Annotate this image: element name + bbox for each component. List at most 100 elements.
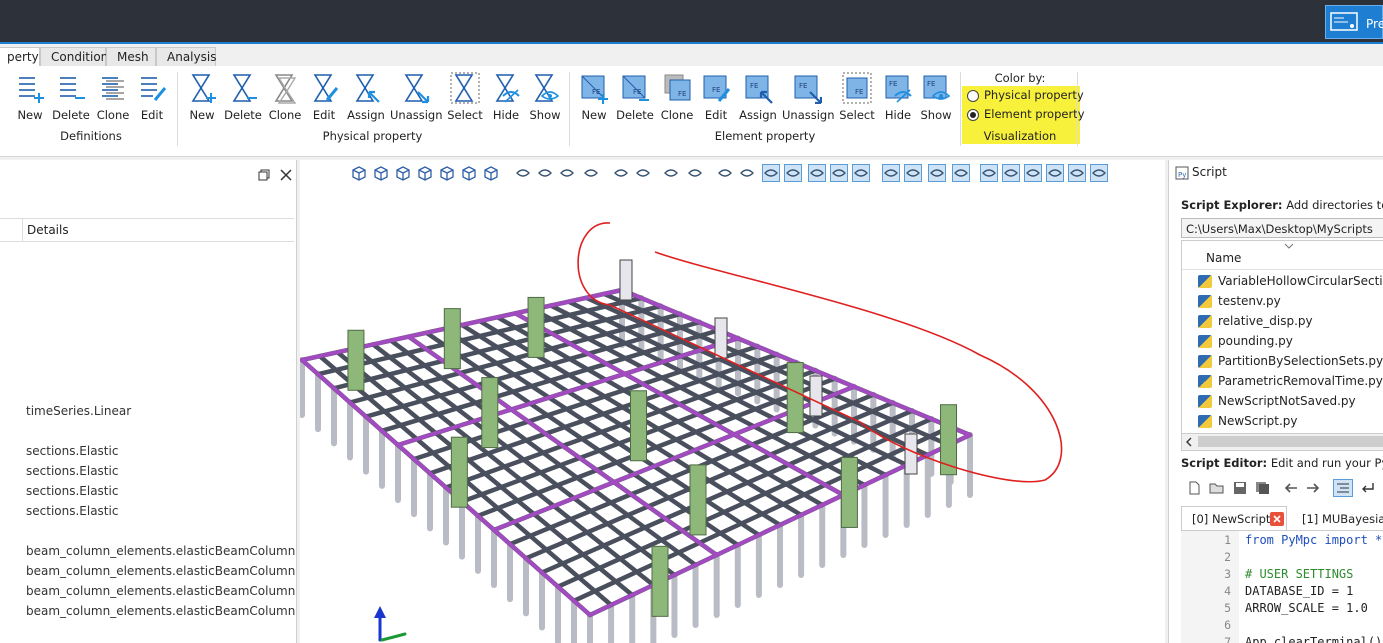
- physical-select-button[interactable]: Select: [444, 72, 486, 122]
- grid-icon[interactable]: [762, 164, 780, 182]
- chevron-left-icon[interactable]: [1185, 437, 1193, 447]
- definition-new-button[interactable]: New: [9, 72, 51, 122]
- surface-icon[interactable]: [952, 164, 970, 182]
- layer-6-icon[interactable]: [1090, 164, 1108, 182]
- zoom-icon[interactable]: [686, 164, 704, 182]
- list-item[interactable]: sections.Elastic: [26, 444, 118, 458]
- code-editor[interactable]: 1 from PyMpc import * 2 3 # USER SETTING…: [1181, 531, 1383, 643]
- element-unassign-button[interactable]: FE Unassign: [782, 72, 835, 122]
- top-view-icon[interactable]: [460, 164, 478, 182]
- element-edit-button[interactable]: FE Edit: [695, 72, 737, 122]
- list-item[interactable]: beam_column_elements.elasticBeamColumn: [26, 584, 295, 598]
- ribbon-tabs: perty Condition Mesh Analysis: [0, 44, 1383, 67]
- hourglass-select-icon: [450, 72, 480, 104]
- tab-condition[interactable]: Condition: [40, 47, 108, 66]
- element-icon[interactable]: [904, 164, 922, 182]
- list-item[interactable]: ParametricRemovalTime.py: [1198, 374, 1383, 388]
- iso-view-icon[interactable]: [350, 164, 368, 182]
- list-item[interactable]: sections.Elastic: [26, 504, 118, 518]
- 3d-viewport[interactable]: [300, 160, 1165, 643]
- element-hide-button[interactable]: FE Hide: [877, 72, 919, 122]
- mesh-icon[interactable]: [784, 164, 802, 182]
- redo-arrow-icon[interactable]: [1305, 481, 1321, 495]
- definition-edit-button[interactable]: Edit: [131, 72, 173, 122]
- left-view-icon[interactable]: [416, 164, 434, 182]
- edge-icon[interactable]: [928, 164, 946, 182]
- undo-arrow-icon[interactable]: [1283, 481, 1299, 495]
- eye-hide-icon[interactable]: [558, 164, 576, 182]
- show-all-icon[interactable]: [514, 164, 532, 182]
- physical-show-button[interactable]: Show: [524, 72, 566, 122]
- list-item[interactable]: pounding.py: [1198, 334, 1293, 348]
- list-item[interactable]: relative_disp.py: [1198, 314, 1313, 328]
- layer-icon[interactable]: [980, 164, 998, 182]
- layer-5-icon[interactable]: [1068, 164, 1086, 182]
- list-item[interactable]: beam_column_elements.elasticBeamColumn: [26, 564, 295, 578]
- perspective-icon[interactable]: [612, 164, 630, 182]
- horizontal-scrollbar[interactable]: [1181, 433, 1383, 451]
- tab-mesh[interactable]: Mesh: [106, 47, 156, 66]
- front-view-icon[interactable]: [372, 164, 390, 182]
- definition-delete-button[interactable]: Delete: [50, 72, 92, 122]
- list-item[interactable]: NewScript.py: [1198, 414, 1298, 428]
- eye-icon[interactable]: [536, 164, 554, 182]
- directory-path-field[interactable]: C:\Users\Max\Desktop\MyScripts: [1181, 218, 1383, 238]
- layer-3-icon[interactable]: [1024, 164, 1042, 182]
- save-all-icon[interactable]: [1255, 481, 1271, 495]
- list-item[interactable]: beam_column_elements.elasticBeamColumn: [26, 544, 295, 558]
- parallel-icon[interactable]: [634, 164, 652, 182]
- physical-new-button[interactable]: New: [181, 72, 223, 122]
- layer-4-icon[interactable]: [1046, 164, 1064, 182]
- tab-mubayesian[interactable]: [1] MUBayesianM: [1302, 512, 1383, 526]
- element-assign-button[interactable]: FE Assign: [737, 72, 779, 122]
- element-show-button[interactable]: FE Show: [915, 72, 957, 122]
- save-icon[interactable]: [1233, 481, 1247, 495]
- list-clone-icon: [102, 77, 124, 100]
- list-item[interactable]: beam_column_elements.elasticBeamColumn: [26, 604, 295, 618]
- axes-icon[interactable]: [808, 164, 826, 182]
- selection-box-icon[interactable]: [852, 164, 870, 182]
- list-item[interactable]: sections.Elastic: [26, 484, 118, 498]
- list-item[interactable]: timeSeries.Linear: [26, 404, 131, 418]
- fe-edit-icon: FE: [703, 75, 731, 102]
- pre-processor-button[interactable]: Pre: [1325, 5, 1383, 39]
- list-item[interactable]: NewScriptNotSaved.py: [1198, 394, 1356, 408]
- paint-icon[interactable]: [738, 164, 756, 182]
- definition-clone-button[interactable]: Clone: [92, 72, 134, 122]
- element-new-button[interactable]: FE New: [573, 72, 615, 122]
- element-group-label: Element property: [714, 129, 816, 143]
- node-icon[interactable]: [882, 164, 900, 182]
- list-item[interactable]: testenv.py: [1198, 294, 1281, 308]
- zoom-fit-icon[interactable]: [662, 164, 680, 182]
- close-tab-icon[interactable]: [1270, 512, 1284, 526]
- selection-icon[interactable]: [830, 164, 848, 182]
- tab-analysis[interactable]: Analysis: [156, 47, 216, 66]
- right-view-icon[interactable]: [438, 164, 456, 182]
- restore-icon[interactable]: [258, 169, 270, 181]
- new-file-icon[interactable]: [1187, 481, 1201, 495]
- list-item[interactable]: VariableHollowCircularSectio...: [1198, 274, 1383, 288]
- list-item[interactable]: sections.Elastic: [26, 464, 118, 478]
- wrap-icon[interactable]: [1359, 481, 1375, 495]
- open-folder-icon[interactable]: [1209, 481, 1225, 495]
- physical-clone-button[interactable]: Clone: [264, 72, 306, 122]
- close-icon[interactable]: [280, 169, 292, 181]
- list-item[interactable]: PartitionBySelectionSets.py: [1198, 354, 1383, 368]
- element-clone-button[interactable]: FE Clone: [656, 72, 698, 122]
- indent-icon[interactable]: [1333, 479, 1353, 497]
- bottom-view-icon[interactable]: [482, 164, 500, 182]
- screenshot-icon[interactable]: [716, 164, 734, 182]
- physical-edit-button[interactable]: Edit: [303, 72, 345, 122]
- group-separator: [177, 72, 178, 146]
- layer-2-icon[interactable]: [1002, 164, 1020, 182]
- tab-newscript[interactable]: [0] NewScript: [1181, 506, 1287, 530]
- element-delete-button[interactable]: FE Delete: [614, 72, 656, 122]
- back-view-icon[interactable]: [394, 164, 412, 182]
- camera-icon[interactable]: [582, 164, 600, 182]
- physical-assign-button[interactable]: Assign: [345, 72, 387, 122]
- tab-property[interactable]: perty: [0, 47, 40, 67]
- physical-unassign-button[interactable]: Unassign: [390, 72, 443, 122]
- element-select-button[interactable]: FE Select: [836, 72, 878, 122]
- physical-delete-button[interactable]: Delete: [222, 72, 264, 122]
- physical-hide-button[interactable]: Hide: [485, 72, 527, 122]
